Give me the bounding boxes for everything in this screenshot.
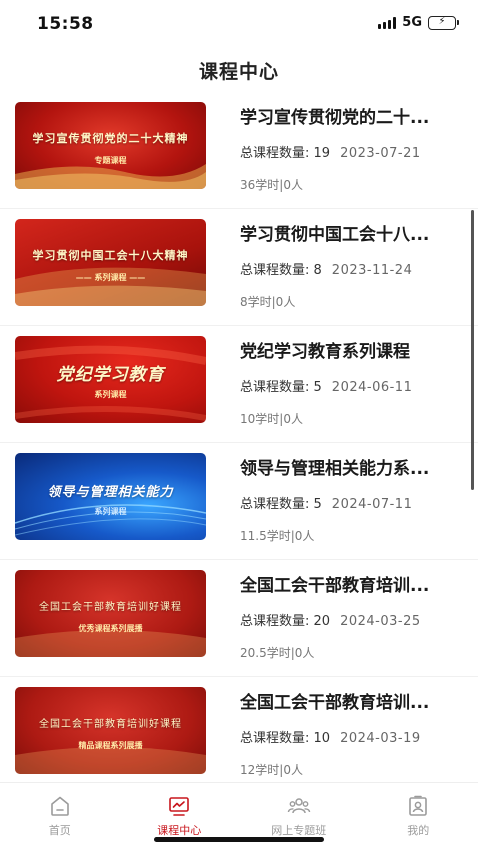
thumbnail-subtitle: 优秀课程系列展播 [78, 624, 143, 633]
thumbnail-subtitle: 系列课程 [94, 507, 127, 516]
course-date: 2023-07-21 [340, 146, 421, 161]
tab-profile[interactable]: 我的 [359, 783, 478, 850]
course-center-icon [169, 797, 190, 816]
status-indicators: 5G ⚡ [378, 15, 459, 30]
network-label: 5G [402, 15, 422, 30]
thumbnail-title: 全国工会干部教育培训好课程 [39, 602, 182, 613]
course-hours: 12学时|0人 [240, 763, 303, 777]
status-time: 15:58 [37, 14, 94, 34]
thumbnail-title: 领导与管理相关能力 [47, 485, 174, 500]
status-bar: 15:58 5G ⚡ [0, 0, 478, 48]
thumbnail-title: 全国工会干部教育培训好课程 [39, 719, 182, 730]
course-meta: 总课程数量: 8 2023-11-24 [240, 259, 412, 278]
profile-icon [409, 795, 428, 816]
course-count: 总课程数量: 19 [240, 146, 331, 161]
course-thumbnail: 学习宣传贯彻党的二十大精神 专题课程 [15, 102, 206, 189]
course-title: 学习贯彻中国工会十八... [240, 225, 430, 245]
course-thumbnail: 全国工会干部教育培训好课程 精品课程系列展播 [15, 687, 206, 774]
tab-label: 课程中心 [157, 824, 202, 837]
tab-label: 我的 [407, 824, 430, 837]
thumbnail-title: 学习宣传贯彻党的二十大精神 [32, 132, 189, 145]
battery-icon: ⚡ [428, 15, 459, 30]
course-meta: 总课程数量: 20 2024-03-25 [240, 610, 421, 629]
course-meta: 总课程数量: 19 2023-07-21 [240, 142, 421, 161]
course-count: 总课程数量: 8 [240, 263, 322, 278]
home-icon [50, 796, 69, 816]
course-meta: 总课程数量: 5 2024-07-11 [240, 493, 412, 512]
course-count: 总课程数量: 5 [240, 380, 322, 395]
thumbnail-subtitle: 专题课程 [94, 156, 127, 165]
course-hours: 20.5学时|0人 [240, 646, 315, 660]
course-item[interactable]: 学习贯彻中国工会十八大精神 —— 系列课程 —— 学习贯彻中国工会十八... 总… [0, 209, 478, 326]
signal-icon [378, 16, 397, 29]
course-count: 总课程数量: 5 [240, 497, 322, 512]
course-meta: 总课程数量: 5 2024-06-11 [240, 376, 412, 395]
course-meta: 总课程数量: 10 2024-03-19 [240, 727, 421, 746]
scrollbar[interactable] [471, 210, 474, 490]
nav-header: 课程中心 [0, 48, 478, 92]
course-hours: 10学时|0人 [240, 412, 303, 426]
thumbnail-title: 学习贯彻中国工会十八大精神 [32, 249, 189, 262]
course-title: 党纪学习教育系列课程 [240, 342, 410, 362]
home-indicator[interactable] [154, 837, 324, 842]
course-list[interactable]: 学习宣传贯彻党的二十大精神 专题课程 学习宣传贯彻党的二十... 总课程数量: … [0, 92, 478, 782]
course-item[interactable]: 全国工会干部教育培训好课程 优秀课程系列展播 全国工会干部教育培训... 总课程… [0, 560, 478, 677]
course-hours: 8学时|0人 [240, 295, 296, 309]
course-title: 全国工会干部教育培训... [240, 693, 430, 713]
tab-home[interactable]: 首页 [0, 783, 120, 850]
thumbnail-subtitle: 系列课程 [94, 390, 127, 399]
course-item[interactable]: 全国工会干部教育培训好课程 精品课程系列展播 全国工会干部教育培训... 总课程… [0, 677, 478, 782]
page-title: 课程中心 [198, 60, 279, 83]
thumbnail-decoration [15, 630, 206, 657]
group-class-icon [287, 798, 310, 814]
course-hours: 36学时|0人 [240, 178, 303, 192]
course-item[interactable]: 党纪学习教育 系列课程 党纪学习教育系列课程 总课程数量: 5 2024-06-1… [0, 326, 478, 443]
course-date: 2024-07-11 [331, 497, 413, 512]
course-thumbnail: 全国工会干部教育培训好课程 优秀课程系列展播 [15, 570, 206, 657]
tab-label: 网上专题班 [271, 824, 327, 837]
course-date: 2024-06-11 [331, 380, 413, 395]
course-title: 全国工会干部教育培训... [240, 576, 430, 596]
tab-label: 首页 [48, 824, 71, 837]
course-count: 总课程数量: 10 [240, 731, 331, 746]
course-count: 总课程数量: 20 [240, 614, 331, 629]
course-thumbnail: 党纪学习教育 系列课程 [15, 336, 206, 423]
course-hours: 11.5学时|0人 [240, 529, 315, 543]
thumbnail-decoration [15, 747, 206, 774]
course-title: 学习宣传贯彻党的二十... [240, 108, 430, 128]
course-thumbnail: 学习贯彻中国工会十八大精神 —— 系列课程 —— [15, 219, 206, 306]
course-item[interactable]: 领导与管理相关能力 系列课程 领导与管理相关能力系... 总课程数量: 5 202… [0, 443, 478, 560]
thumbnail-title: 党纪学习教育 [56, 365, 165, 385]
course-title: 领导与管理相关能力系... [240, 459, 430, 479]
course-date: 2024-03-25 [340, 614, 421, 629]
thumbnail-subtitle: —— 系列课程 —— [75, 273, 146, 282]
course-date: 2024-03-19 [340, 731, 421, 746]
course-date: 2023-11-24 [331, 263, 413, 278]
course-item[interactable]: 学习宣传贯彻党的二十大精神 专题课程 学习宣传贯彻党的二十... 总课程数量: … [0, 92, 478, 209]
course-thumbnail: 领导与管理相关能力 系列课程 [15, 453, 206, 540]
thumbnail-subtitle: 精品课程系列展播 [78, 741, 143, 750]
